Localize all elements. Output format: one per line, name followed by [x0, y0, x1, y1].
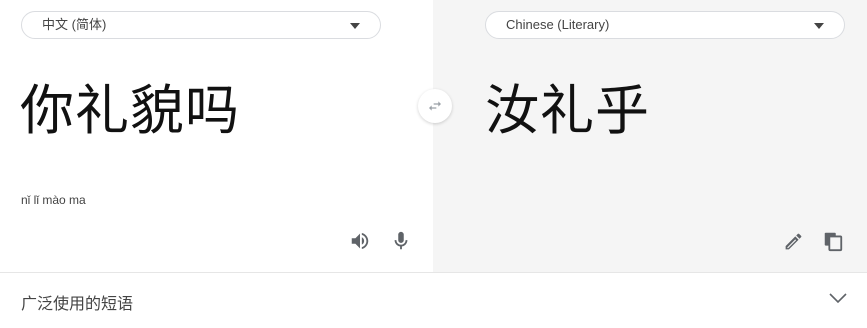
voice-input-button[interactable]	[388, 228, 414, 254]
chevron-down-icon	[829, 293, 847, 304]
source-text[interactable]: 你礼貌吗	[20, 80, 240, 142]
microphone-icon	[394, 231, 408, 250]
copy-icon	[824, 232, 843, 252]
source-pane: 中文 (简体) 你礼貌吗 nǐ lǐ mào ma	[0, 0, 433, 272]
target-language-label: Chinese (Literary)	[506, 17, 610, 32]
source-language-select[interactable]: 中文 (简体)	[21, 11, 381, 39]
source-romanization: nǐ lǐ mào ma	[21, 193, 86, 207]
translator-app: 中文 (简体) 你礼貌吗 nǐ lǐ mào ma Chinese (Liter…	[0, 0, 867, 328]
common-phrases-label: 广泛使用的短语	[21, 296, 134, 313]
dropdown-caret-icon	[814, 23, 824, 29]
pencil-icon	[785, 233, 801, 249]
copy-translation-button[interactable]	[820, 228, 846, 254]
translated-text: 汝礼乎	[485, 79, 650, 142]
source-language-label: 中文 (简体)	[42, 17, 107, 32]
target-pane: Chinese (Literary) 汝礼乎	[433, 0, 867, 272]
swap-arrows-icon	[429, 101, 441, 111]
dropdown-caret-icon	[350, 23, 360, 29]
common-phrases-toggle[interactable]: 广泛使用的短语	[0, 273, 867, 328]
edit-translation-button[interactable]	[780, 228, 806, 254]
listen-button[interactable]	[347, 228, 373, 254]
speaker-icon	[351, 232, 369, 250]
swap-languages-button[interactable]	[418, 89, 452, 123]
target-language-select[interactable]: Chinese (Literary)	[485, 11, 845, 39]
